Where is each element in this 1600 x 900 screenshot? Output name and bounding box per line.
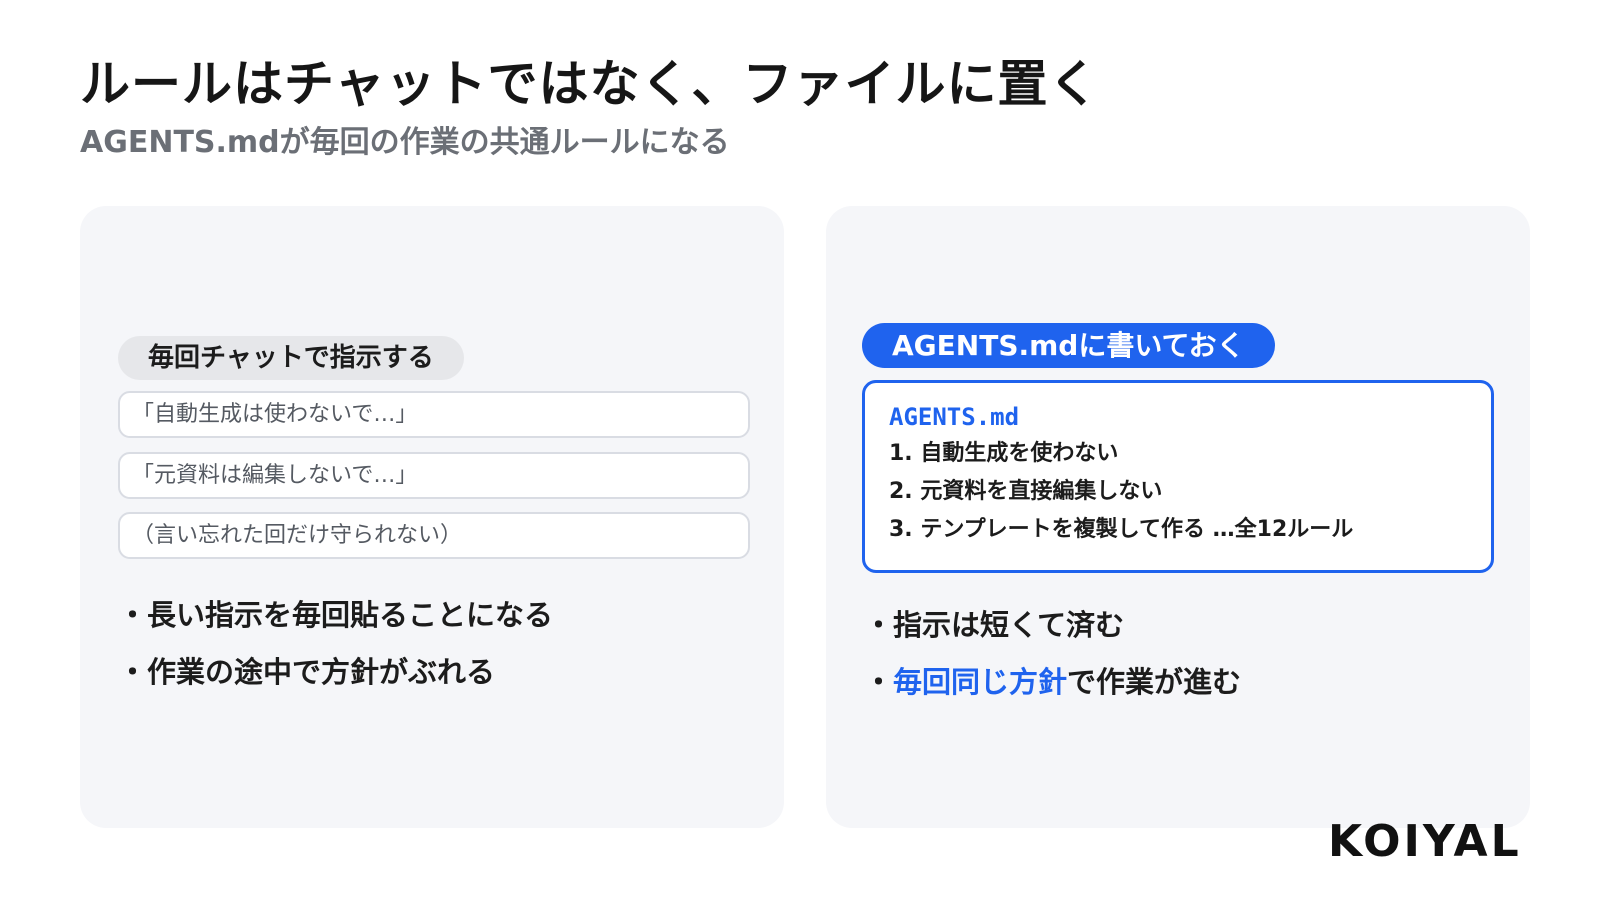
quote-box: 「自動生成は使わないで…」 <box>118 391 750 438</box>
bullet-highlight: 毎回同じ方針 <box>893 665 1068 699</box>
right-bullet: ・指示は短くて済む <box>864 607 1124 645</box>
quote-box: （言い忘れた回だけ守られない） <box>118 512 750 559</box>
quote-box: 「元資料は編集しないで…」 <box>118 452 750 499</box>
agents-file-card: AGENTS.md 1. 自動生成を使わない 2. 元資料を直接編集しない 3.… <box>862 380 1494 573</box>
slide-subtitle: AGENTS.mdが毎回の作業の共通ルールになる <box>80 125 730 160</box>
right-panel: AGENTS.mdに書いておく AGENTS.md 1. 自動生成を使わない 2… <box>826 206 1530 828</box>
left-bullet: ・作業の途中で方針がぶれる <box>118 655 496 689</box>
bullet-text: で作業が進む <box>1067 665 1242 699</box>
rule-line: 2. 元資料を直接編集しない <box>889 479 1163 504</box>
left-panel: 毎回チャットで指示する 「自動生成は使わないで…」 「元資料は編集しないで…」 … <box>80 206 784 828</box>
brand-logo: KOIYAL <box>1328 816 1522 867</box>
bullet-text: ・指示は短くて済む <box>864 608 1125 642</box>
rule-line: 3. テンプレートを複製して作る …全12ルール <box>889 517 1354 542</box>
right-bullet: ・毎回同じ方針で作業が進む <box>864 664 1241 702</box>
left-bullet: ・長い指示を毎回貼ることになる <box>118 598 554 632</box>
rule-line: 1. 自動生成を使わない <box>889 441 1119 466</box>
slide-title: ルールはチャットではなく、ファイルに置く <box>80 55 1100 113</box>
bullet-text: ・ <box>864 665 894 699</box>
right-panel-label: AGENTS.mdに書いておく <box>862 323 1275 368</box>
left-panel-label: 毎回チャットで指示する <box>118 336 464 380</box>
file-name: AGENTS.md <box>889 403 1020 431</box>
